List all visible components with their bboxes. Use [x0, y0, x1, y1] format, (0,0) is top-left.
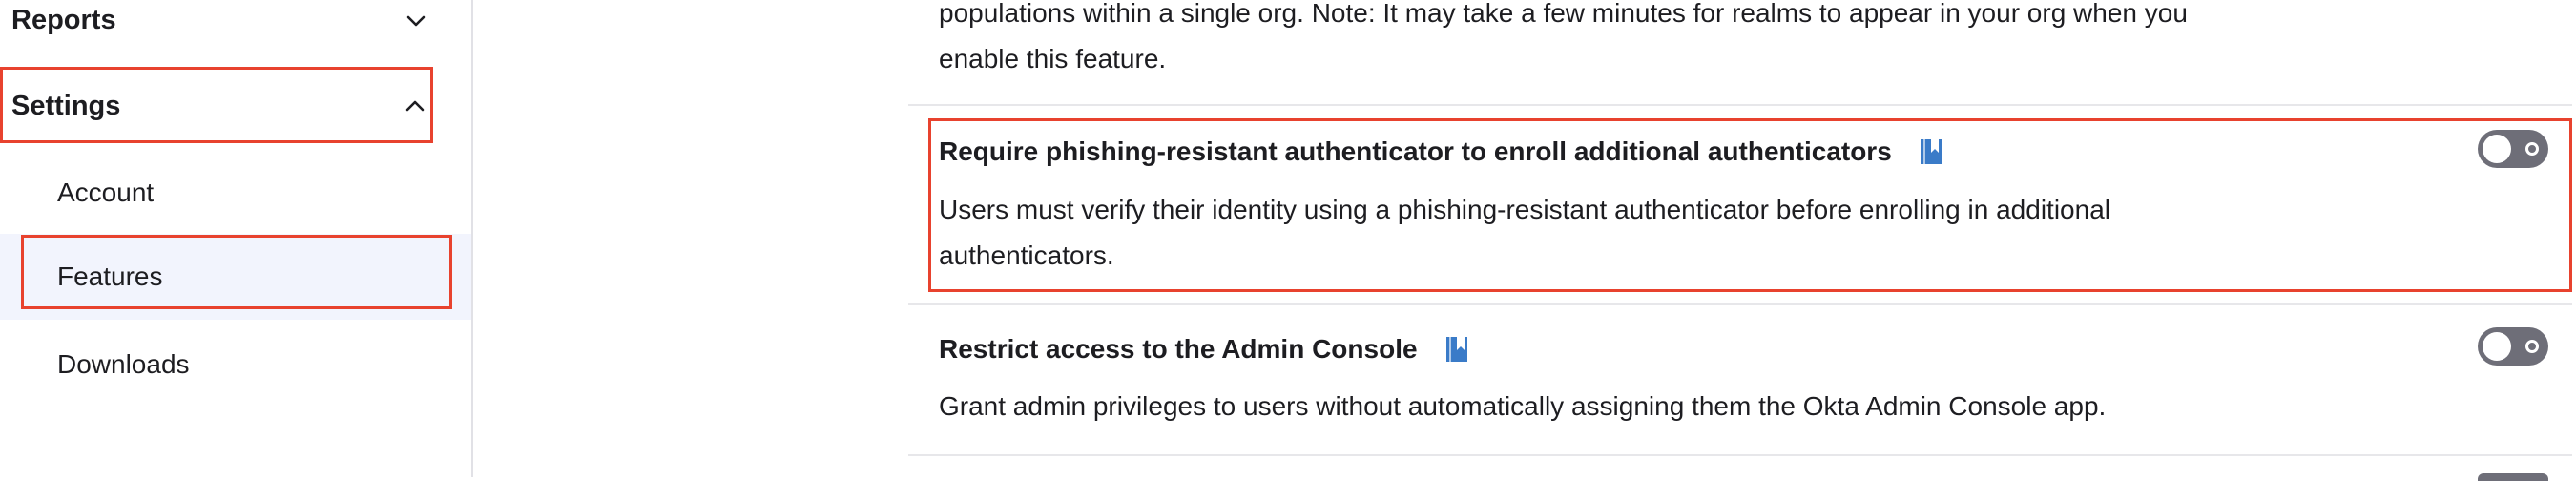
description-line: authenticators. — [939, 240, 1114, 270]
toggle-knob — [2483, 135, 2511, 163]
feature-toggle-restrict-admin-console[interactable] — [2478, 327, 2548, 366]
sidebar-item-features[interactable]: Features — [0, 234, 471, 320]
sidebar-item-label: Downloads — [57, 349, 190, 379]
description-line: populations within a single org. Note: I… — [939, 0, 2188, 28]
sidebar-item-downloads[interactable]: Downloads — [0, 340, 471, 389]
feature-description-phishing-resistant: Users must verify their identity using a… — [939, 187, 2110, 279]
nav-group-settings[interactable]: Settings — [11, 86, 422, 126]
feature-toggle-next[interactable] — [2478, 473, 2548, 481]
feature-title-text: Require phishing-resistant authenticator… — [939, 136, 1892, 166]
divider — [908, 454, 2572, 456]
sidebar: Reports Settings Account Features Downlo… — [0, 0, 473, 477]
nav-group-reports[interactable]: Reports — [11, 0, 441, 40]
feature-title-phishing-resistant: Require phishing-resistant authenticator… — [939, 132, 1942, 172]
documentation-icon[interactable] — [1920, 139, 1942, 164]
description-line: Grant admin privileges to users without … — [939, 391, 2107, 421]
sidebar-item-label: Account — [57, 178, 155, 207]
sidebar-item-label: Features — [57, 261, 163, 291]
chevron-down-icon[interactable] — [402, 7, 430, 35]
toggle-off-icon — [2525, 340, 2539, 353]
feature-toggle-phishing-resistant[interactable] — [2478, 130, 2548, 168]
previous-feature-description: populations within a single org. Note: I… — [939, 0, 2188, 82]
sidebar-item-account[interactable]: Account — [0, 168, 471, 218]
description-line: Users must verify their identity using a… — [939, 195, 2110, 224]
nav-group-settings-label: Settings — [11, 90, 121, 121]
nav-group-reports-label: Reports — [11, 4, 116, 35]
divider — [908, 104, 2572, 106]
feature-title-restrict-admin-console: Restrict access to the Admin Console — [939, 329, 1467, 369]
chevron-up-icon[interactable] — [401, 92, 429, 120]
feature-title-text: Restrict access to the Admin Console — [939, 334, 1418, 364]
feature-description-restrict-admin-console: Grant admin privileges to users without … — [939, 384, 2106, 429]
divider — [908, 303, 2572, 305]
toggle-off-icon — [2525, 142, 2539, 156]
documentation-icon[interactable] — [1445, 337, 1467, 362]
toggle-knob — [2483, 332, 2511, 361]
description-line: enable this feature. — [939, 44, 1167, 73]
